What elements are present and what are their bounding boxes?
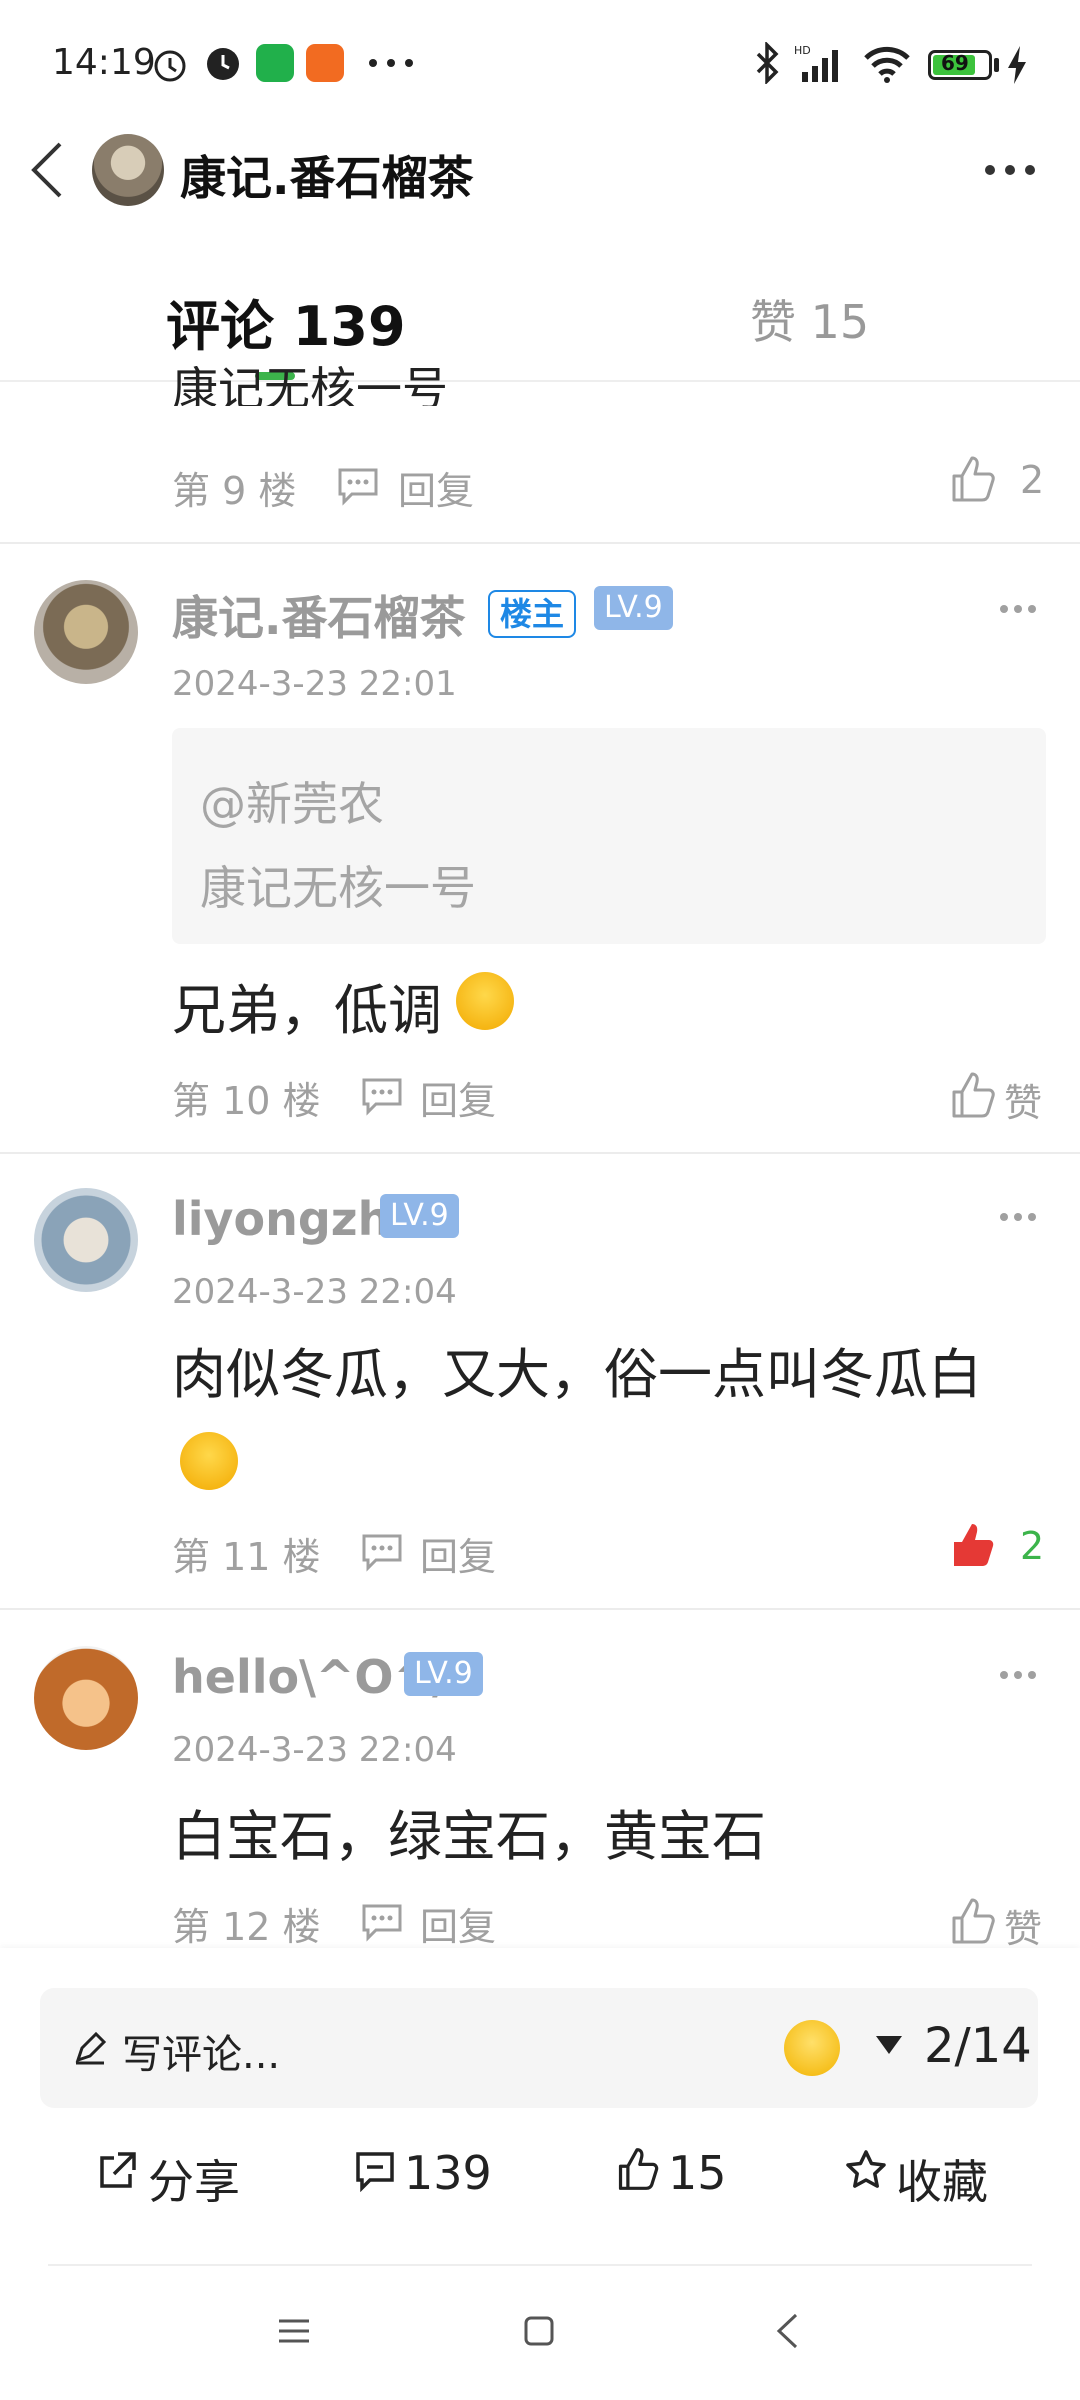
floor-number: 第 11 楼 bbox=[172, 1535, 321, 1579]
battery-level: 69 bbox=[941, 51, 969, 75]
comment-date: 2024-3-23 22:04 bbox=[172, 1730, 457, 1770]
like-count: 2 bbox=[1020, 458, 1045, 502]
comment-date: 2024-3-23 22:01 bbox=[172, 664, 457, 704]
comment-date: 2024-3-23 22:04 bbox=[172, 1272, 457, 1312]
page-indicator[interactable]: 2/14 bbox=[924, 2018, 1032, 2074]
like-count: 2 bbox=[1020, 1524, 1045, 1568]
reply-button[interactable]: 回复 bbox=[420, 1896, 496, 1951]
comment-input-placeholder[interactable]: 写评论... bbox=[122, 2022, 280, 2080]
level-badge: LV.9 bbox=[594, 586, 673, 630]
reply-button[interactable]: 回复 bbox=[420, 1526, 496, 1581]
commenter-avatar[interactable] bbox=[34, 1188, 138, 1292]
commenter-avatar[interactable] bbox=[34, 580, 138, 684]
favorite-button[interactable]: 收藏 bbox=[896, 2146, 988, 2212]
thumb-up-icon[interactable] bbox=[950, 1896, 996, 1946]
emoji-icon[interactable] bbox=[784, 2020, 840, 2076]
comment-text: 兄弟，低调 bbox=[172, 979, 442, 1042]
floor-number: 第 9 楼 bbox=[172, 469, 297, 513]
floor-number: 第 10 楼 bbox=[172, 1079, 321, 1123]
level-badge: LV.9 bbox=[404, 1652, 483, 1696]
comment-text: 白宝石，绿宝石，黄宝石 bbox=[172, 1805, 766, 1868]
menu-icon[interactable] bbox=[276, 2316, 312, 2346]
share-button[interactable]: 分享 bbox=[148, 2146, 240, 2212]
quoted-text: 康记无核一号 bbox=[200, 861, 476, 915]
partial-comment-text: 康记无核一号 bbox=[172, 366, 448, 406]
star-icon[interactable] bbox=[844, 2148, 888, 2192]
signal-icon: HD bbox=[794, 44, 838, 82]
reply-button[interactable]: 回复 bbox=[420, 1070, 496, 1125]
quoted-user[interactable]: @新莞农 bbox=[200, 768, 384, 834]
more-icon[interactable] bbox=[980, 150, 1040, 190]
tab-likes[interactable]: 赞 15 bbox=[750, 286, 869, 352]
home-icon[interactable] bbox=[522, 2314, 556, 2348]
share-icon[interactable] bbox=[96, 2150, 138, 2192]
author-avatar[interactable] bbox=[92, 134, 164, 206]
charging-icon bbox=[1008, 46, 1026, 84]
comment-more-icon[interactable] bbox=[998, 1211, 1038, 1223]
comment-icon[interactable] bbox=[354, 2150, 396, 2192]
level-badge: LV.9 bbox=[380, 1194, 459, 1238]
like-label[interactable]: 赞 bbox=[1004, 1072, 1042, 1127]
clock-app-icon bbox=[207, 48, 239, 80]
reply-icon[interactable] bbox=[360, 1532, 404, 1572]
comment-divider bbox=[0, 1152, 1080, 1154]
back-icon[interactable] bbox=[24, 140, 72, 200]
chevron-down-icon[interactable] bbox=[874, 2034, 904, 2056]
crying-laugh-emoji-icon bbox=[456, 972, 514, 1030]
app-notification-icon-2 bbox=[306, 44, 344, 82]
status-bar: 14:19 HD 69 bbox=[0, 0, 1080, 130]
thumb-up-liked-icon[interactable] bbox=[950, 1520, 996, 1570]
alarm-icon bbox=[154, 50, 186, 82]
comment-text: 肉似冬瓜，又大，俗一点叫冬瓜白 bbox=[172, 1343, 982, 1406]
edit-icon bbox=[75, 2031, 107, 2065]
comment-more-icon[interactable] bbox=[998, 603, 1038, 615]
reply-icon[interactable] bbox=[360, 1902, 404, 1942]
comment-divider bbox=[0, 1608, 1080, 1610]
thumb-up-icon[interactable] bbox=[950, 454, 996, 504]
reply-icon[interactable] bbox=[360, 1076, 404, 1116]
comment-divider bbox=[0, 542, 1080, 544]
thumb-up-icon[interactable] bbox=[950, 1070, 996, 1120]
nav-divider bbox=[48, 2264, 1032, 2266]
reply-icon[interactable] bbox=[336, 466, 380, 506]
commenter-name[interactable]: liyongzhi bbox=[172, 1192, 406, 1246]
battery-cap bbox=[994, 58, 999, 72]
thumb-up-icon[interactable] bbox=[616, 2146, 660, 2192]
more-notifications-icon bbox=[369, 59, 413, 67]
app-notification-icon bbox=[256, 44, 294, 82]
nav-back-icon[interactable] bbox=[774, 2312, 800, 2350]
like-count-button[interactable]: 15 bbox=[668, 2146, 727, 2200]
header-divider bbox=[0, 380, 1080, 382]
owner-badge: 楼主 bbox=[488, 590, 577, 638]
battery-icon: 69 bbox=[928, 50, 992, 80]
page-title: 康记.番石榴茶 bbox=[180, 151, 474, 205]
tab-comments[interactable]: 评论 139 bbox=[166, 282, 406, 361]
floor-number: 第 12 楼 bbox=[172, 1905, 321, 1949]
reply-button[interactable]: 回复 bbox=[398, 460, 474, 515]
grinning-emoji-icon bbox=[180, 1432, 238, 1490]
like-label[interactable]: 赞 bbox=[1004, 1898, 1042, 1953]
status-time: 14:19 bbox=[52, 42, 156, 83]
bluetooth-icon bbox=[756, 42, 779, 84]
comment-more-icon[interactable] bbox=[998, 1669, 1038, 1681]
commenter-avatar[interactable] bbox=[34, 1646, 138, 1750]
wifi-icon bbox=[864, 46, 910, 83]
svg-text:HD: HD bbox=[794, 44, 811, 57]
comment-count-button[interactable]: 139 bbox=[404, 2146, 492, 2200]
commenter-name[interactable]: 康记.番石榴茶 bbox=[172, 582, 465, 648]
